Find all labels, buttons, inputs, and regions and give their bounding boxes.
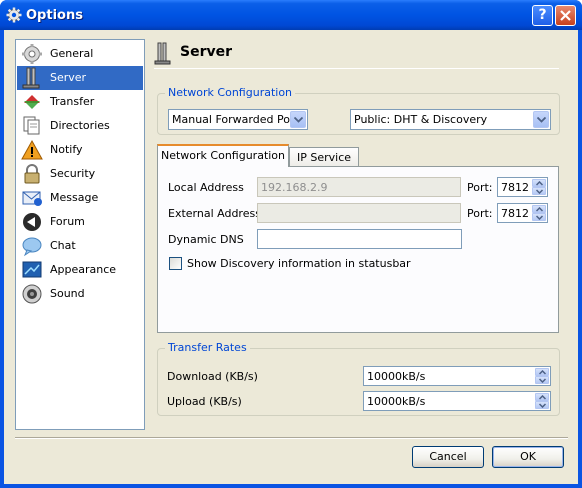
ok-button[interactable]: OK xyxy=(492,446,564,468)
discovery-mode-select[interactable]: Public: DHT & Discovery xyxy=(350,109,551,130)
close-button[interactable] xyxy=(555,5,576,26)
external-port-spinbox[interactable]: 7812 xyxy=(497,203,548,223)
sidebar-item-notify[interactable]: Notify xyxy=(17,138,143,162)
sidebar-item-label: Appearance xyxy=(50,263,117,276)
help-button[interactable]: ? xyxy=(532,5,553,26)
options-sidebar: General Server Transfer Directories Noti… xyxy=(15,39,145,430)
spin-up-button[interactable] xyxy=(535,393,549,401)
local-address-field[interactable]: 192.168.2.9 xyxy=(257,177,461,197)
show-discovery-checkbox[interactable] xyxy=(169,257,182,270)
cancel-button[interactable]: Cancel xyxy=(412,446,484,468)
transfer-icon xyxy=(24,95,40,109)
dynamic-dns-label: Dynamic DNS xyxy=(168,233,244,246)
chevron-up-icon xyxy=(536,207,543,212)
spin-up-button[interactable] xyxy=(532,205,546,213)
dropdown-button[interactable] xyxy=(290,111,306,128)
local-address-label: Local Address xyxy=(168,181,244,194)
external-port-label: Port: xyxy=(467,207,493,220)
chevron-down-icon xyxy=(536,215,543,220)
transfer-rates-group: Transfer Rates Download (KB/s) 10000kB/s… xyxy=(157,341,560,416)
external-address-field[interactable] xyxy=(257,203,461,223)
chat-bubble-icon xyxy=(22,237,42,257)
chevron-down-icon xyxy=(294,117,303,123)
upload-rate-spinbox[interactable]: 10000kB/s xyxy=(363,391,551,411)
sidebar-item-label: Sound xyxy=(50,287,85,300)
page-header: Server xyxy=(154,40,564,70)
sidebar-item-general[interactable]: General xyxy=(17,42,143,66)
group-title: Network Configuration xyxy=(165,86,296,99)
message-icon xyxy=(22,191,42,206)
sidebar-item-security[interactable]: Security xyxy=(17,162,143,186)
sidebar-item-label: Notify xyxy=(50,143,83,156)
spin-down-button[interactable] xyxy=(532,213,546,221)
group-title: Transfer Rates xyxy=(165,341,250,354)
sidebar-item-label: Transfer xyxy=(50,95,95,108)
speaker-icon xyxy=(22,284,42,304)
sidebar-item-label: General xyxy=(50,47,94,60)
tab-network-configuration[interactable]: Network Configuration xyxy=(157,144,289,167)
download-label: Download (KB/s) xyxy=(167,370,258,383)
dynamic-dns-field[interactable] xyxy=(257,229,462,249)
sidebar-item-label: Chat xyxy=(50,239,76,252)
dialog-body: General Server Transfer Directories Noti… xyxy=(4,30,578,484)
chevron-down-icon xyxy=(539,403,546,408)
spin-down-button[interactable] xyxy=(535,376,549,384)
sidebar-item-appearance[interactable]: Appearance xyxy=(17,258,143,282)
forum-icon xyxy=(23,213,41,231)
sidebar-item-forum[interactable]: Forum xyxy=(17,210,143,234)
lock-icon xyxy=(24,164,40,184)
chevron-up-icon xyxy=(539,370,546,375)
sidebar-item-chat[interactable]: Chat xyxy=(17,234,143,258)
dropdown-button[interactable] xyxy=(533,111,549,128)
window-title: Options xyxy=(26,8,83,23)
local-port-label: Port: xyxy=(467,181,493,194)
sidebar-item-label: Directories xyxy=(50,119,110,132)
title-bar[interactable]: Options ? xyxy=(0,0,582,30)
appearance-icon xyxy=(22,261,42,278)
directories-icon xyxy=(23,116,40,135)
spin-up-button[interactable] xyxy=(532,179,546,187)
sidebar-item-label: Forum xyxy=(50,215,85,228)
sidebar-item-directories[interactable]: Directories xyxy=(17,114,143,138)
local-port-spinbox[interactable]: 7812 xyxy=(497,177,548,197)
sidebar-item-server[interactable]: Server xyxy=(17,66,143,90)
sidebar-item-sound[interactable]: Sound xyxy=(17,282,143,306)
page-title: Server xyxy=(180,44,233,60)
show-discovery-label[interactable]: Show Discovery information in statusbar xyxy=(187,257,411,270)
dialog-separator xyxy=(15,437,568,439)
gear-icon xyxy=(6,7,22,23)
external-address-label: External Address xyxy=(168,207,261,220)
server-icon xyxy=(22,67,40,89)
chevron-down-icon xyxy=(537,117,546,123)
network-configuration-panel: Local Address 192.168.2.9 Port: 7812 Ext… xyxy=(157,166,559,333)
sidebar-item-label: Message xyxy=(50,191,99,204)
spin-up-button[interactable] xyxy=(535,368,549,376)
chevron-up-icon xyxy=(539,395,546,400)
sidebar-item-transfer[interactable]: Transfer xyxy=(17,90,143,114)
close-icon xyxy=(560,10,571,21)
download-rate-spinbox[interactable]: 10000kB/s xyxy=(363,366,551,386)
header-divider xyxy=(154,68,559,69)
sidebar-item-message[interactable]: Message xyxy=(17,186,143,210)
upload-label: Upload (KB/s) xyxy=(167,395,242,408)
network-mode-select[interactable]: Manual Forwarded Port xyxy=(168,109,308,130)
chevron-up-icon xyxy=(536,181,543,186)
options-window: Options ? General Server Transfer Direct… xyxy=(0,0,582,488)
spin-down-button[interactable] xyxy=(532,187,546,195)
tab-ip-service[interactable]: IP Service xyxy=(289,147,359,168)
spin-down-button[interactable] xyxy=(535,401,549,409)
server-icon xyxy=(154,42,171,65)
chevron-down-icon xyxy=(536,189,543,194)
sidebar-item-label: Security xyxy=(50,167,96,180)
network-configuration-group: Network Configuration Manual Forwarded P… xyxy=(157,86,560,135)
chevron-down-icon xyxy=(539,378,546,383)
sidebar-item-label: Server xyxy=(50,71,87,84)
warning-icon xyxy=(21,139,43,160)
gear-icon xyxy=(22,44,42,64)
